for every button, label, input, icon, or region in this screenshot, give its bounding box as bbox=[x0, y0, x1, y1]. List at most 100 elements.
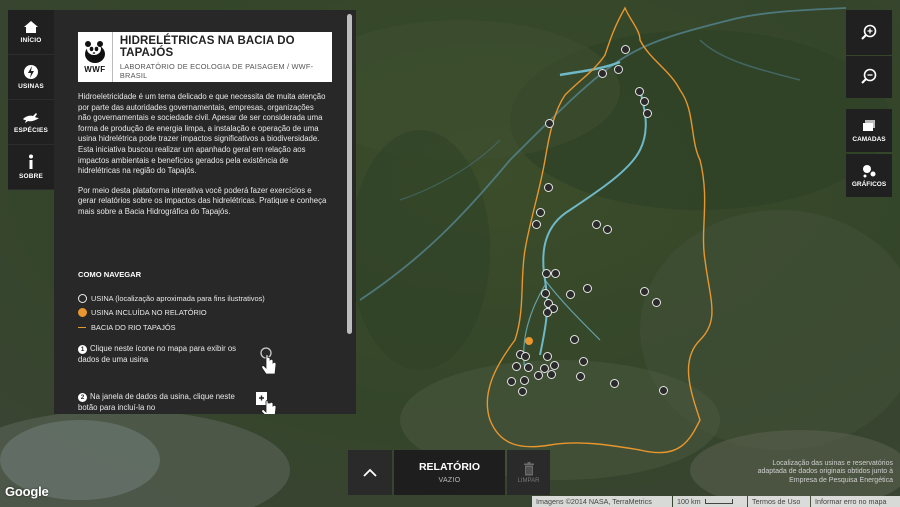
scale-bar: 100 km bbox=[673, 496, 747, 507]
usina-marker[interactable] bbox=[540, 288, 550, 298]
step-1-number: 1 bbox=[78, 345, 87, 354]
zoom-in-button[interactable] bbox=[846, 10, 892, 55]
bubble-chart-icon bbox=[863, 164, 876, 177]
how-to-navigate-heading: COMO NAVEGAR bbox=[78, 270, 142, 279]
usina-marker[interactable] bbox=[535, 207, 545, 217]
chevron-up-icon bbox=[363, 468, 377, 477]
legend-basin: BACIA DO RIO TAPAJÓS bbox=[78, 320, 265, 335]
step-2-text: Na janela de dados da usina, clique nest… bbox=[78, 392, 235, 412]
zoom-out-button[interactable] bbox=[846, 56, 892, 98]
usina-marker[interactable] bbox=[550, 268, 560, 278]
source-line-3: Empresa de Pesquisa Energética bbox=[789, 476, 893, 484]
nav-label-especies: ESPÉCIES bbox=[13, 127, 49, 134]
nav-item-inicio[interactable]: INÍCIO bbox=[8, 10, 54, 55]
layers-icon bbox=[863, 119, 875, 131]
usina-marker[interactable] bbox=[523, 362, 533, 372]
usina-marker[interactable] bbox=[520, 351, 530, 361]
intro-paragraph-1: Hidroeletricidade é um tema delicado e q… bbox=[78, 92, 326, 176]
usina-marker[interactable] bbox=[639, 286, 649, 296]
legend-basin-label: BACIA DO RIO TAPAJÓS bbox=[91, 322, 176, 332]
step-2: 2 Na janela de dados da usina, clique nes… bbox=[78, 392, 254, 414]
nav-label-inicio: INÍCIO bbox=[20, 37, 42, 44]
step-1-text: Clique neste ícone no mapa para exibir o… bbox=[78, 344, 237, 364]
usina-marker[interactable] bbox=[634, 86, 644, 96]
source-line-2: adaptada de dados originais obtidos junt… bbox=[757, 468, 893, 476]
google-logo: Google bbox=[5, 484, 49, 499]
panel-title: HIDRELÉTRICAS NA BACIA DO TAPAJÓS bbox=[119, 34, 295, 59]
included-usina-symbol-icon bbox=[78, 308, 87, 318]
usina-marker[interactable] bbox=[519, 375, 529, 385]
usina-marker[interactable] bbox=[609, 378, 619, 388]
usina-marker[interactable] bbox=[544, 118, 554, 128]
usina-marker[interactable] bbox=[642, 108, 652, 118]
lightning-icon bbox=[24, 65, 38, 79]
report-map-error-link[interactable]: Informar erro no mapa bbox=[811, 496, 900, 507]
usina-marker[interactable] bbox=[533, 370, 543, 380]
usina-marker[interactable] bbox=[569, 334, 579, 344]
project-logo: WWF HIDRELÉTRICAS NA BACIA DO TAPAJÓS LA… bbox=[78, 32, 332, 82]
bird-icon bbox=[23, 113, 39, 123]
imagery-credit: Imagens ©2014 NASA, TerraMetrics bbox=[532, 496, 672, 507]
basin-line-icon bbox=[78, 326, 86, 328]
info-icon bbox=[29, 154, 33, 169]
step-1: 1 Clique neste ícone no mapa para exibir … bbox=[78, 344, 254, 366]
panel-subtitle: LABORATÓRIO DE ECOLOGIA DE PAISAGEM / WW… bbox=[119, 61, 314, 80]
home-icon bbox=[24, 21, 38, 33]
source-line-1: Localização das usinas e reservatórios bbox=[772, 460, 893, 467]
legend-usina: USINA (localização aproximada para fins … bbox=[78, 291, 265, 306]
nav-label-sobre: SOBRE bbox=[18, 173, 44, 180]
legend-included-label: USINA INCLUÍDA NO RELATÓRIO bbox=[91, 308, 207, 318]
usina-marker[interactable] bbox=[511, 361, 521, 371]
usina-marker[interactable] bbox=[639, 96, 649, 106]
usina-marker[interactable] bbox=[531, 219, 541, 229]
usina-marker[interactable] bbox=[546, 369, 556, 379]
usina-marker[interactable] bbox=[651, 297, 661, 307]
scale-line bbox=[704, 499, 733, 504]
expand-report-button[interactable] bbox=[348, 450, 392, 495]
panel-scrollbar[interactable] bbox=[347, 14, 352, 334]
usina-marker[interactable] bbox=[591, 219, 601, 229]
step-2-number: 2 bbox=[78, 393, 87, 402]
usina-marker[interactable] bbox=[602, 224, 612, 234]
usina-symbol-icon bbox=[78, 293, 87, 303]
usina-marker[interactable] bbox=[565, 289, 575, 299]
intro-text: Hidroeletricidade é um tema delicado e q… bbox=[78, 92, 328, 227]
clear-label: LIMPAR bbox=[517, 477, 540, 484]
nav-item-usinas[interactable]: USINAS bbox=[8, 55, 54, 100]
usina-marker[interactable] bbox=[506, 376, 516, 386]
usina-marker[interactable] bbox=[517, 386, 527, 396]
usina-marker[interactable] bbox=[658, 385, 668, 395]
report-status: VAZIO bbox=[438, 477, 461, 484]
usina-marker[interactable] bbox=[620, 44, 630, 54]
usina-marker[interactable] bbox=[543, 182, 553, 192]
usina-marker[interactable] bbox=[542, 351, 552, 361]
scale-label: 100 km bbox=[677, 497, 701, 506]
panda-icon bbox=[84, 41, 105, 63]
zoom-out-icon bbox=[861, 68, 877, 84]
left-navigation: INÍCIO USINAS ESPÉCIES SOBRE bbox=[8, 10, 54, 190]
usina-marker[interactable] bbox=[578, 356, 588, 366]
usina-marker[interactable] bbox=[613, 64, 623, 74]
trash-icon bbox=[523, 461, 534, 475]
intro-paragraph-2: Por meio desta plataforma interativa voc… bbox=[78, 185, 327, 216]
usina-marker[interactable] bbox=[541, 268, 551, 278]
data-source-note: Localização das usinas e reservatórios a… bbox=[700, 460, 893, 485]
report-panel[interactable]: RELATÓRIO VAZIO bbox=[394, 450, 505, 495]
legend-included: USINA INCLUÍDA NO RELATÓRIO bbox=[78, 306, 265, 321]
clear-report-button[interactable]: LIMPAR bbox=[507, 450, 550, 495]
usina-marker[interactable] bbox=[582, 283, 592, 293]
nav-item-especies[interactable]: ESPÉCIES bbox=[8, 100, 54, 145]
legend-usina-label: USINA (localização aproximada para fins … bbox=[91, 293, 265, 303]
wwf-wordmark: WWF bbox=[84, 65, 106, 74]
info-panel: WWF HIDRELÉTRICAS NA BACIA DO TAPAJÓS LA… bbox=[54, 10, 356, 414]
charts-button[interactable]: GRÁFICOS bbox=[846, 154, 892, 197]
layers-button[interactable]: CAMADAS bbox=[846, 109, 892, 152]
usina-marker[interactable] bbox=[542, 307, 552, 317]
usina-marker[interactable] bbox=[597, 68, 607, 78]
included-usina-marker[interactable] bbox=[525, 337, 533, 345]
nav-label-usinas: USINAS bbox=[18, 83, 44, 90]
nav-item-sobre[interactable]: SOBRE bbox=[8, 145, 54, 190]
usina-marker[interactable] bbox=[575, 371, 585, 381]
terms-link[interactable]: Termos de Uso bbox=[748, 496, 810, 507]
usina-marker[interactable] bbox=[549, 360, 559, 370]
